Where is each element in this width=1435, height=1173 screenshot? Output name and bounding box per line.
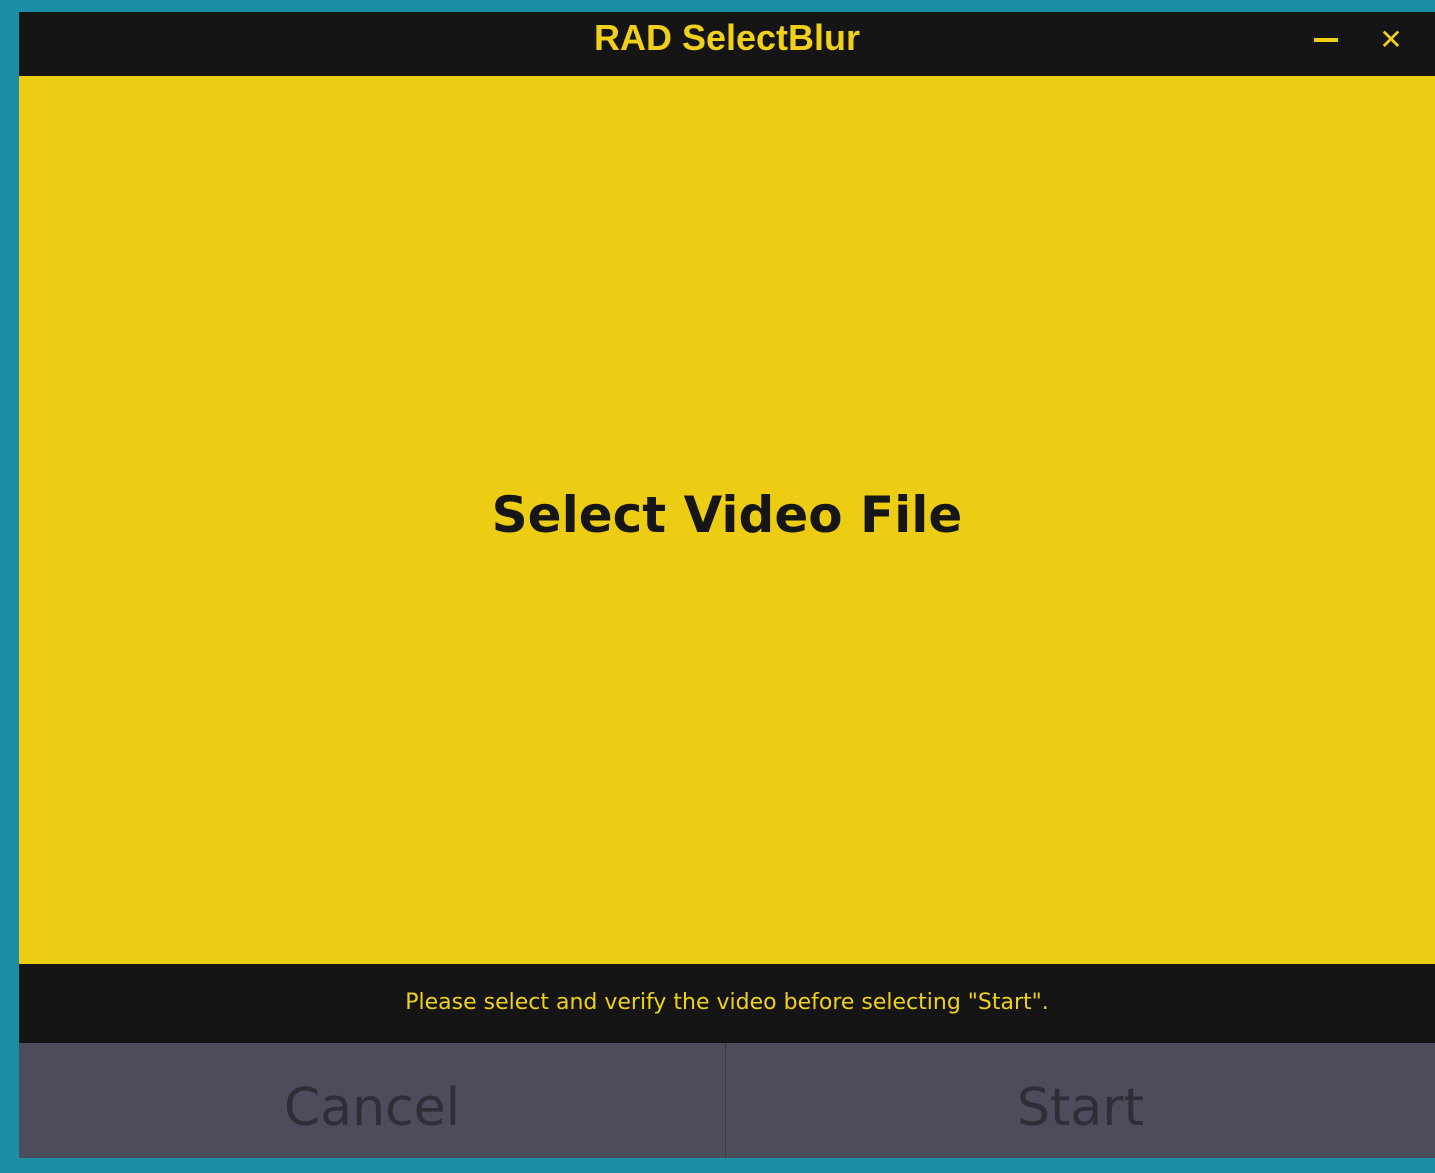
title-bar[interactable]: RAD SelectBlur ✕ (19, 12, 1435, 76)
status-bar: Please select and verify the video befor… (19, 964, 1435, 1043)
minimize-icon (1314, 38, 1338, 42)
close-icon: ✕ (1379, 23, 1403, 56)
app-window: RAD SelectBlur ✕ Select Video File Pleas… (19, 12, 1435, 1158)
cancel-button[interactable]: Cancel (19, 1043, 725, 1158)
status-message: Please select and verify the video befor… (405, 990, 1049, 1015)
start-button[interactable]: Start (726, 1043, 1435, 1158)
minimize-button[interactable] (1303, 20, 1347, 60)
select-video-label: Select Video File (491, 486, 963, 544)
select-video-dropzone[interactable]: Select Video File (19, 76, 1435, 964)
window-title: RAD SelectBlur (593, 17, 861, 58)
footer-bar: Cancel Start (19, 1043, 1435, 1158)
close-button[interactable]: ✕ (1369, 20, 1413, 60)
